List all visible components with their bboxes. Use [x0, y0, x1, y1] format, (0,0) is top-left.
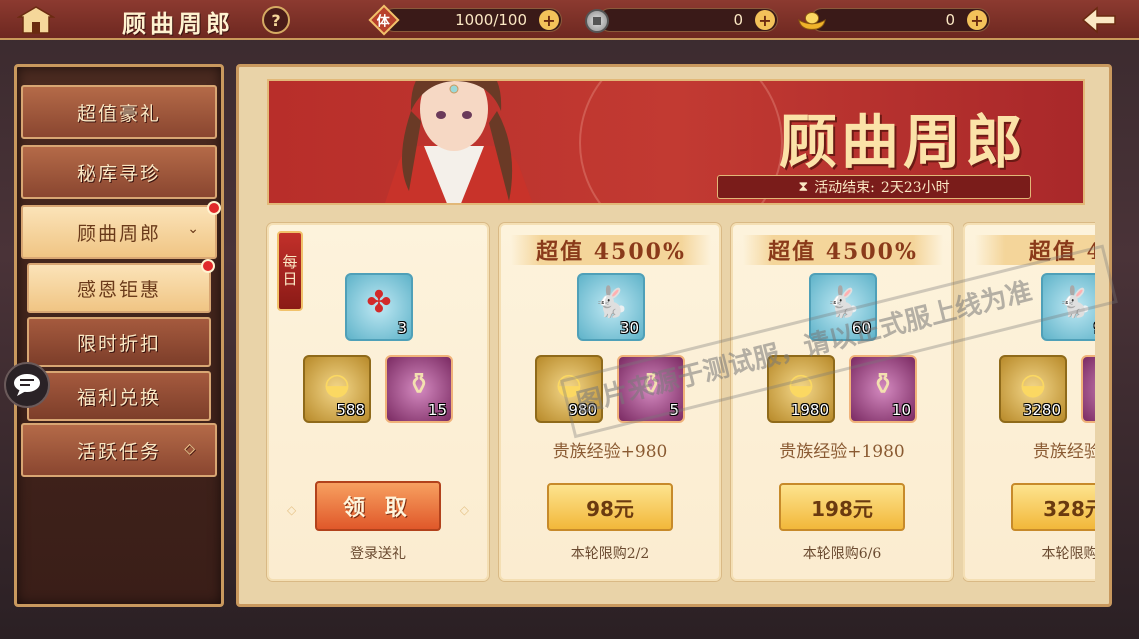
page-title: 顾曲周郎 [122, 9, 234, 38]
top-bar: 顾曲周郎 ? 体 1000/100 + 0 + 0 + [0, 0, 1139, 40]
main-panel: 顾曲周郎 ⧗ 活动结束: 2天23小时 每日 ✤ 3 ◒ 588 ⚱ 15 ◇ … [236, 64, 1112, 607]
card-footer: 本轮限购6/6 [802, 546, 882, 562]
menu-item-secret-treasury[interactable]: 秘库寻珍 [21, 145, 217, 199]
menu-item-label: 限时折扣 [76, 332, 161, 355]
noble-exp-text: 贵族经验+1980 [779, 442, 905, 462]
jar-icon[interactable]: ⚱ 5 [617, 355, 685, 423]
hourglass-icon: ⧗ [798, 179, 809, 195]
stamina-icon: 体 [368, 4, 400, 36]
event-banner: 顾曲周郎 ⧗ 活动结束: 2天23小时 [267, 79, 1085, 205]
gift-card-328: 超值 40 🐇 9 ◒ 3280 ⚱ 贵族经验+ 328元 本轮限购1 [963, 223, 1095, 581]
item-qty: 588 [336, 401, 365, 419]
jar-icon[interactable]: ⚱ 10 [849, 355, 917, 423]
item-qty: 10 [891, 401, 911, 419]
silver-value: 0 [733, 11, 743, 29]
add-gold-button[interactable]: + [967, 10, 987, 30]
menu-item-super-value-gift[interactable]: 超值豪礼 [21, 85, 217, 139]
silver-counter: 0 + [585, 8, 778, 33]
ingot-icon[interactable]: ◒ 980 [535, 355, 603, 423]
home-icon [17, 6, 55, 34]
buy-button[interactable]: 198元 [779, 483, 905, 531]
item-qty: 60 [851, 319, 871, 337]
item-qty: 3 [397, 319, 407, 337]
item-qty: 15 [427, 401, 447, 419]
add-silver-button[interactable]: + [755, 10, 775, 30]
character-portrait [385, 81, 533, 203]
menu-item-label: 顾曲周郎 [76, 222, 161, 245]
menu-item-label: 福利兑换 [76, 386, 161, 409]
timer-label: 活动结束: [814, 180, 875, 196]
menu-item-label: 感恩钜惠 [76, 278, 161, 301]
item-qty: 9 [1093, 319, 1095, 337]
menu-item-label: 超值豪礼 [76, 102, 161, 125]
item-qty: 980 [568, 401, 597, 419]
gold-ingot-icon [797, 5, 827, 35]
timer-value: 2天23小时 [880, 180, 950, 196]
menu-item-limited-discount[interactable]: 限时折扣 [27, 317, 211, 367]
value-badge: 超值 4500% [743, 235, 943, 265]
menu-item-active-tasks[interactable]: 活跃任务 ◇ [21, 423, 217, 477]
menu-item-gratitude-deals[interactable]: 感恩钜惠 [27, 259, 215, 313]
noble-exp-text: 贵族经验+980 [552, 442, 668, 462]
card-clip: 超值 40 🐇 9 ◒ 3280 ⚱ 贵族经验+ 328元 本轮限购1 [963, 217, 1095, 587]
diamond-icon: ◇ [184, 441, 197, 457]
menu-item-label: 秘库寻珍 [76, 162, 161, 185]
ingot-icon[interactable]: ◒ 1980 [767, 355, 835, 423]
card-footer: 登录送礼 [350, 546, 406, 562]
notification-dot [207, 201, 221, 215]
jar-icon[interactable]: ⚱ [1081, 355, 1095, 423]
decor-diamond-icon: ◇ [287, 503, 297, 517]
card-footer: 本轮限购2/2 [570, 546, 650, 562]
chevron-down-icon: ⌄ [187, 221, 201, 237]
silver-coin-icon [585, 9, 609, 33]
knot-icon[interactable]: ✤ 3 [345, 273, 413, 341]
value-badge: 超值 40 [975, 235, 1095, 265]
add-stamina-button[interactable]: + [539, 10, 559, 30]
gift-card-98: 超值 4500% 🐇 30 ◒ 980 ⚱ 5 贵族经验+980 98元 本轮限… [499, 223, 721, 581]
help-button[interactable]: ? [262, 6, 290, 34]
decor-diamond-icon: ◇ [459, 503, 469, 517]
jar-icon[interactable]: ⚱ 15 [385, 355, 453, 423]
card-footer: 本轮限购1 [1041, 546, 1095, 562]
chat-icon [14, 374, 40, 396]
item-qty: 30 [619, 319, 639, 337]
ingot-icon[interactable]: ◒ 588 [303, 355, 371, 423]
home-button[interactable] [8, 2, 64, 38]
banner-title: 顾曲周郎 [778, 108, 1027, 176]
buy-button[interactable]: 328元 [1011, 483, 1095, 531]
menu-item-welfare-exchange[interactable]: 福利兑换 [27, 371, 211, 421]
back-arrow-icon [1081, 6, 1116, 34]
back-button[interactable] [1059, 0, 1139, 40]
menu-item-guqu-zhoulang[interactable]: 顾曲周郎 ⌄ [21, 201, 221, 259]
value-badge: 超值 4500% [511, 235, 711, 265]
menu-item-label: 活跃任务 [76, 440, 161, 463]
stamina-value: 1000/100 [455, 11, 527, 29]
chat-button[interactable] [4, 362, 50, 408]
item-qty: 5 [669, 401, 679, 419]
notification-dot [201, 259, 215, 273]
rabbit-icon[interactable]: 🐇 9 [1041, 273, 1095, 341]
rabbit-icon[interactable]: 🐇 30 [577, 273, 645, 341]
event-timer: ⧗ 活动结束: 2天23小时 [717, 175, 1031, 199]
ingot-icon[interactable]: ◒ 3280 [999, 355, 1067, 423]
gold-value: 0 [945, 11, 955, 29]
noble-exp-text: 贵族经验+ [1032, 442, 1095, 462]
gift-card-daily: 每日 ✤ 3 ◒ 588 ⚱ 15 ◇ 领 取 ◇ 登录送礼 [267, 223, 489, 581]
rabbit-icon[interactable]: 🐇 60 [809, 273, 877, 341]
gift-card-198: 超值 4500% 🐇 60 ◒ 1980 ⚱ 10 贵族经验+1980 198元… [731, 223, 953, 581]
buy-button[interactable]: 98元 [547, 483, 673, 531]
item-qty: 1980 [790, 401, 829, 419]
gold-counter: 0 + [798, 8, 990, 32]
claim-button[interactable]: 领 取 [315, 481, 441, 531]
stamina-counter: 体 1000/100 + [368, 4, 562, 36]
side-menu: 超值豪礼 秘库寻珍 顾曲周郎 ⌄ 感恩钜惠 限时折扣 福利兑换 活跃任务 ◇ [14, 64, 224, 607]
daily-tag: 每日 [277, 231, 303, 311]
item-qty: 3280 [1022, 401, 1061, 419]
